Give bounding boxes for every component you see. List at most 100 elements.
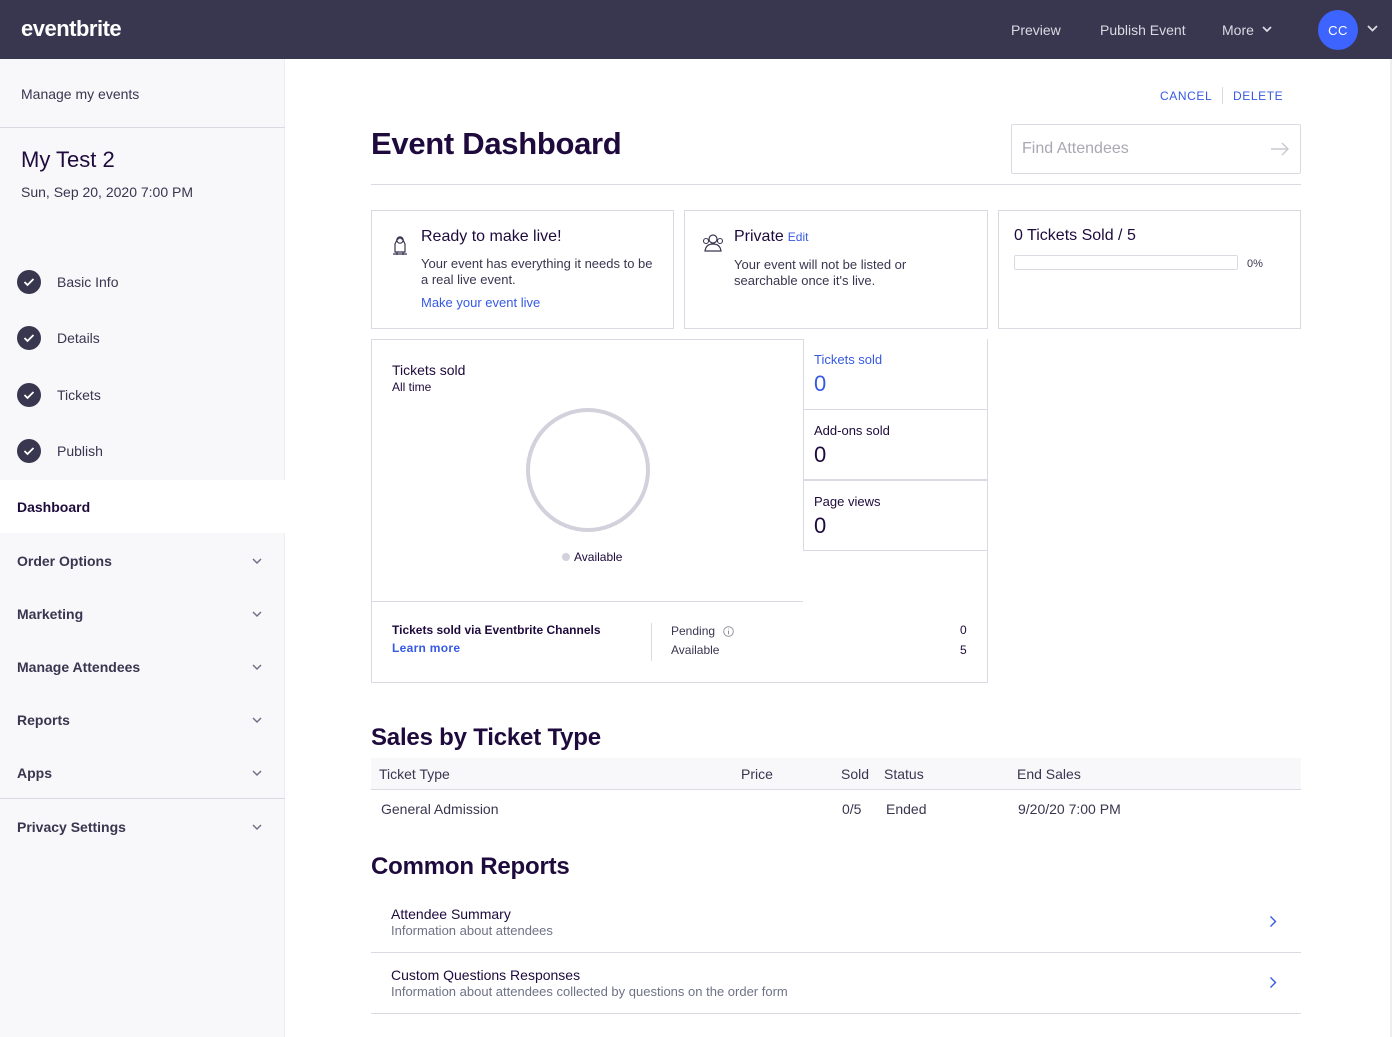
chart-title: Tickets sold — [392, 362, 466, 378]
sidebar-menu-label: Order Options — [17, 553, 112, 569]
title-divider — [371, 184, 1301, 185]
sidebar-step-basic-info[interactable]: Basic Info — [17, 270, 118, 294]
learn-more-link[interactable]: Learn more — [392, 641, 460, 655]
stat-value: 0 — [814, 371, 827, 396]
sidebar-step-publish[interactable]: Publish — [17, 439, 103, 463]
sidebar-menu-label: Privacy Settings — [17, 819, 126, 835]
sidebar-menu-apps[interactable]: Apps — [17, 765, 262, 781]
event-date: Sun, Sep 20, 2020 7:00 PM — [21, 184, 194, 200]
chevron-down-icon — [252, 769, 262, 776]
info-icon[interactable] — [723, 625, 734, 637]
sidebar-item-dashboard[interactable]: Dashboard — [0, 480, 285, 533]
sidebar-menu-marketing[interactable]: Marketing — [17, 606, 262, 622]
sidebar-step-label: Details — [57, 330, 100, 346]
legend-label: Available — [574, 550, 623, 564]
check-icon — [17, 270, 41, 294]
channels-divider — [651, 623, 652, 661]
edit-privacy-link[interactable]: Edit — [788, 230, 809, 244]
privacy-title-row: Private Edit — [734, 228, 808, 246]
delete-button[interactable]: DELETE — [1233, 89, 1283, 103]
action-divider — [1222, 87, 1223, 104]
chevron-down-icon — [1262, 26, 1272, 33]
sidebar-step-label: Publish — [57, 443, 103, 459]
chevron-down-icon — [252, 823, 262, 830]
manage-my-events-link[interactable]: Manage my events — [21, 86, 139, 102]
column-header: Status — [884, 766, 924, 782]
preview-link[interactable]: Preview — [1011, 0, 1061, 59]
stat-tickets-sold[interactable]: Tickets sold 0 — [803, 339, 988, 410]
sidebar-menu-privacy-settings[interactable]: Privacy Settings — [17, 819, 262, 835]
stat-page-views[interactable]: Page views 0 — [803, 480, 988, 551]
available-value: 5 — [960, 643, 967, 657]
reports-section-title: Common Reports — [371, 853, 570, 880]
event-title: My Test 2 — [21, 147, 115, 172]
report-description: Information about attendees collected by… — [391, 984, 788, 999]
check-icon — [17, 326, 41, 350]
report-name: Attendee Summary — [391, 906, 511, 922]
ready-to-go-live-card: Ready to make live! Your event has every… — [371, 210, 674, 329]
find-attendees-input[interactable] — [1022, 137, 1262, 161]
donut-ring — [526, 408, 650, 532]
chart-legend: Available — [562, 550, 622, 564]
rocket-icon — [393, 236, 407, 255]
card-title: 0 Tickets Sold / 5 — [1014, 227, 1136, 244]
ticket-sold: 0/5 — [842, 801, 862, 817]
pending-value: 0 — [960, 623, 967, 637]
card-description: Your event will not be listed or searcha… — [734, 257, 907, 288]
check-icon — [17, 383, 41, 407]
sidebar-step-details[interactable]: Details — [17, 326, 100, 350]
report-attendee-summary[interactable]: Attendee Summary Information about atten… — [371, 892, 1301, 953]
report-description: Information about attendees — [391, 923, 553, 938]
sidebar-menu-label: Marketing — [17, 606, 84, 622]
find-attendees-search — [1011, 124, 1301, 174]
column-header: Ticket Type — [379, 766, 450, 782]
card-description: Your event has everything it needs to be… — [421, 256, 653, 287]
sidebar-menu-manage-attendees[interactable]: Manage Attendees — [17, 659, 262, 675]
stat-label: Add-ons sold — [814, 423, 890, 438]
sales-table-header: Ticket Type Price Sold Status End Sales — [371, 758, 1301, 790]
people-icon — [702, 234, 724, 252]
tickets-sold-progress-bar — [1014, 255, 1238, 270]
sidebar-menu-label: Reports — [17, 712, 70, 728]
panel-divider — [372, 601, 803, 602]
cancel-button[interactable]: CANCEL — [1160, 89, 1212, 103]
card-title: Ready to make live! — [421, 228, 562, 245]
available-label: Available — [671, 643, 720, 657]
make-event-live-link[interactable]: Make your event live — [421, 295, 540, 311]
sidebar-menu-reports[interactable]: Reports — [17, 712, 262, 728]
ticket-status: Ended — [886, 801, 927, 817]
column-header: End Sales — [1017, 766, 1081, 782]
report-custom-questions[interactable]: Custom Questions Responses Information a… — [371, 953, 1301, 1014]
stat-value: 0 — [814, 513, 827, 538]
sidebar-menu-label: Apps — [17, 765, 52, 781]
publish-event-link[interactable]: Publish Event — [1100, 0, 1186, 59]
account-chevron-down-icon[interactable] — [1367, 25, 1378, 32]
report-name: Custom Questions Responses — [391, 967, 581, 983]
sidebar: Manage my events My Test 2 Sun, Sep 20, … — [0, 59, 285, 1037]
eventbrite-logo[interactable]: eventbrite — [21, 16, 122, 42]
chevron-right-icon — [1270, 916, 1277, 927]
tickets-donut-chart — [526, 408, 650, 532]
chevron-right-icon — [1270, 977, 1277, 988]
chevron-down-icon — [252, 663, 262, 670]
chevron-down-icon — [252, 716, 262, 723]
stat-addons-sold[interactable]: Add-ons sold 0 — [803, 409, 988, 480]
sidebar-menu-label: Manage Attendees — [17, 659, 141, 675]
more-menu[interactable]: More — [1222, 0, 1272, 59]
sales-section-title: Sales by Ticket Type — [371, 724, 601, 751]
ticket-end-sales: 9/20/20 7:00 PM — [1018, 801, 1121, 817]
sidebar-divider — [0, 127, 285, 128]
arrow-right-icon[interactable] — [1270, 142, 1290, 156]
sidebar-step-label: Tickets — [57, 387, 101, 403]
sidebar-item-label: Dashboard — [17, 499, 91, 515]
more-label: More — [1222, 21, 1254, 38]
channels-title: Tickets sold via Eventbrite Channels — [392, 623, 601, 637]
ticket-type-link[interactable]: General Admission — [381, 801, 499, 817]
column-header: Sold — [841, 766, 870, 782]
sidebar-step-tickets[interactable]: Tickets — [17, 383, 101, 407]
sidebar-menu-order-options[interactable]: Order Options — [17, 553, 262, 569]
user-avatar[interactable]: CC — [1318, 10, 1358, 50]
chart-subtitle: All time — [392, 380, 432, 394]
pending-row: Pending — [671, 624, 734, 638]
sidebar-divider — [0, 798, 285, 799]
